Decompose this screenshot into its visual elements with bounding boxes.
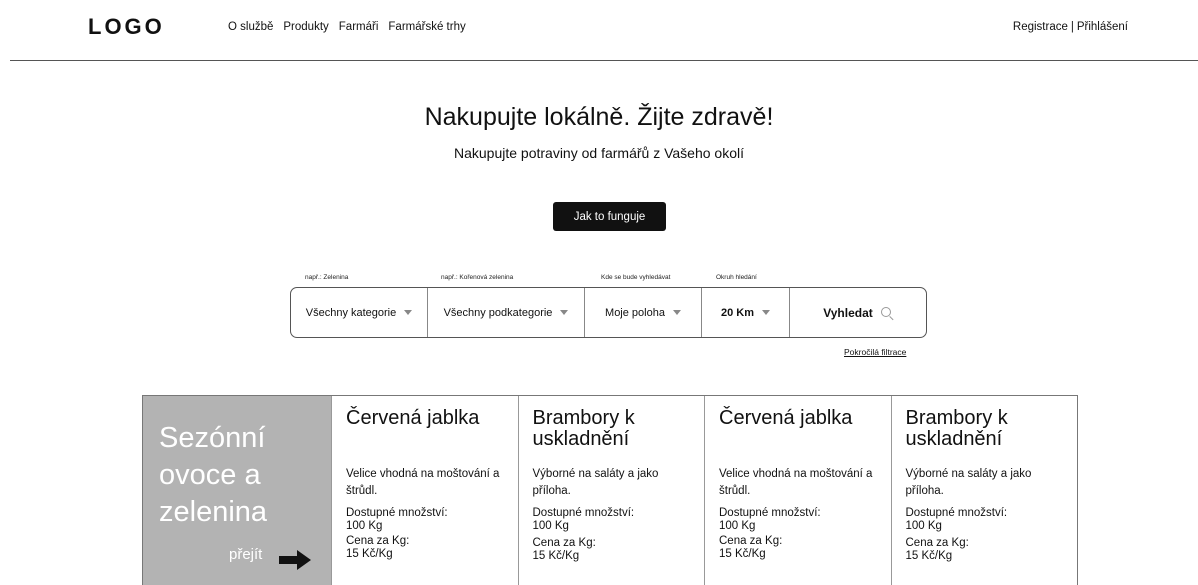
location-hint: Kde se bude vyhledávat — [601, 274, 671, 281]
product-card[interactable]: Červená jablka Velice vhodná na moštován… — [704, 396, 891, 585]
hero-title: Nakupujte lokálně. Žijte zdravě! — [424, 103, 774, 131]
category-select[interactable]: Všechny kategorie — [291, 288, 428, 337]
search-button[interactable]: Vyhledat — [790, 288, 926, 337]
auth-links: Registrace | Přihlášení — [1013, 21, 1128, 33]
product-title: Červená jablka — [346, 407, 480, 429]
search-icon — [880, 306, 893, 319]
category-hint: např.: Zelenina — [305, 274, 349, 281]
price-value: 15 Kč/Kg — [346, 548, 393, 560]
price-label: Cena za Kg: — [346, 535, 410, 547]
chevron-down-icon — [672, 310, 681, 315]
category-value: Všechny kategorie — [305, 306, 397, 319]
nav-item-farmari[interactable]: Farmáři — [339, 21, 379, 33]
subcategory-select[interactable]: Všechny podkategorie — [428, 288, 585, 337]
product-description: Velice vhodná na moštování a štrůdl. — [719, 468, 873, 497]
search-button-label: Vyhledat — [823, 305, 873, 320]
product-description: Velice vhodná na moštování a štrůdl. — [346, 468, 500, 497]
register-link[interactable]: Registrace — [1013, 21, 1068, 33]
location-select[interactable]: Moje poloha — [585, 288, 702, 337]
chevron-down-icon — [762, 310, 771, 315]
main-nav: O službě Produkty Farmáři Farmářské trhy — [228, 21, 466, 33]
price-value: 15 Kč/Kg — [905, 550, 953, 562]
product-cards: Sezónní ovoce a zelenina přejít Červená … — [142, 395, 1078, 585]
product-title: Červená jablka — [719, 407, 853, 429]
chevron-down-icon — [404, 310, 413, 315]
subcategory-value: Všechny podkategorie — [443, 306, 553, 319]
header-divider — [10, 60, 1198, 61]
price-label: Cena za Kg: — [532, 537, 596, 549]
promo-title: Sezónní ovoce a zelenina — [159, 422, 268, 528]
quantity-value: 100 Kg — [905, 520, 942, 532]
auth-separator: | — [1070, 21, 1074, 33]
promo-go-label: přejít — [229, 546, 263, 563]
price-value: 15 Kč/Kg — [532, 550, 580, 562]
quantity-value: 100 Kg — [346, 520, 383, 532]
price-label: Cena za Kg: — [905, 537, 969, 549]
quantity-label: Dostupné množství: — [532, 507, 635, 519]
seasonal-promo-tile[interactable]: Sezónní ovoce a zelenina přejít — [143, 396, 331, 585]
product-description: Výborné na saláty a jako příloha. — [532, 468, 659, 497]
product-title: Brambory k uskladnění — [905, 407, 1008, 450]
radius-select[interactable]: 20 Km — [702, 288, 790, 337]
subcategory-hint: např.: Kořenová zelenina — [441, 274, 514, 281]
nav-item-farmarske-trhy[interactable]: Farmářské trhy — [388, 21, 465, 33]
quantity-label: Dostupné množství: — [346, 507, 448, 519]
nav-item-o-sluzbe[interactable]: O službě — [228, 21, 273, 33]
how-it-works-button[interactable]: Jak to funguje — [553, 202, 666, 231]
nav-item-produkty[interactable]: Produkty — [283, 21, 328, 33]
price-label: Cena za Kg: — [719, 535, 783, 547]
hero-subtitle: Nakupujte potraviny od farmářů z Vašeho … — [453, 145, 744, 161]
login-link[interactable]: Přihlášení — [1077, 21, 1128, 33]
arrow-right-icon — [279, 550, 311, 570]
quantity-label: Dostupné množství: — [905, 507, 1008, 519]
quantity-value: 100 Kg — [719, 520, 756, 532]
product-title: Brambory k uskladnění — [532, 407, 635, 450]
product-description: Výborné na saláty a jako příloha. — [905, 468, 1032, 497]
chevron-down-icon — [560, 310, 569, 315]
price-value: 15 Kč/Kg — [719, 548, 766, 560]
advanced-filter-link[interactable]: Pokročilá filtrace — [844, 347, 906, 357]
product-card[interactable]: Červená jablka Velice vhodná na moštován… — [331, 396, 518, 585]
location-value: Moje poloha — [605, 306, 665, 319]
radius-hint: Okruh hledání — [716, 274, 757, 281]
product-card[interactable]: Brambory k uskladnění Výborné na saláty … — [890, 396, 1078, 585]
logo[interactable]: LOGO — [88, 14, 165, 40]
product-card[interactable]: Brambory k uskladnění Výborné na saláty … — [517, 396, 705, 585]
search-bar: Všechny kategorie Všechny podkategorie M… — [290, 287, 927, 338]
quantity-label: Dostupné množství: — [719, 507, 821, 519]
quantity-value: 100 Kg — [532, 520, 569, 532]
radius-value: 20 Km — [720, 306, 755, 319]
